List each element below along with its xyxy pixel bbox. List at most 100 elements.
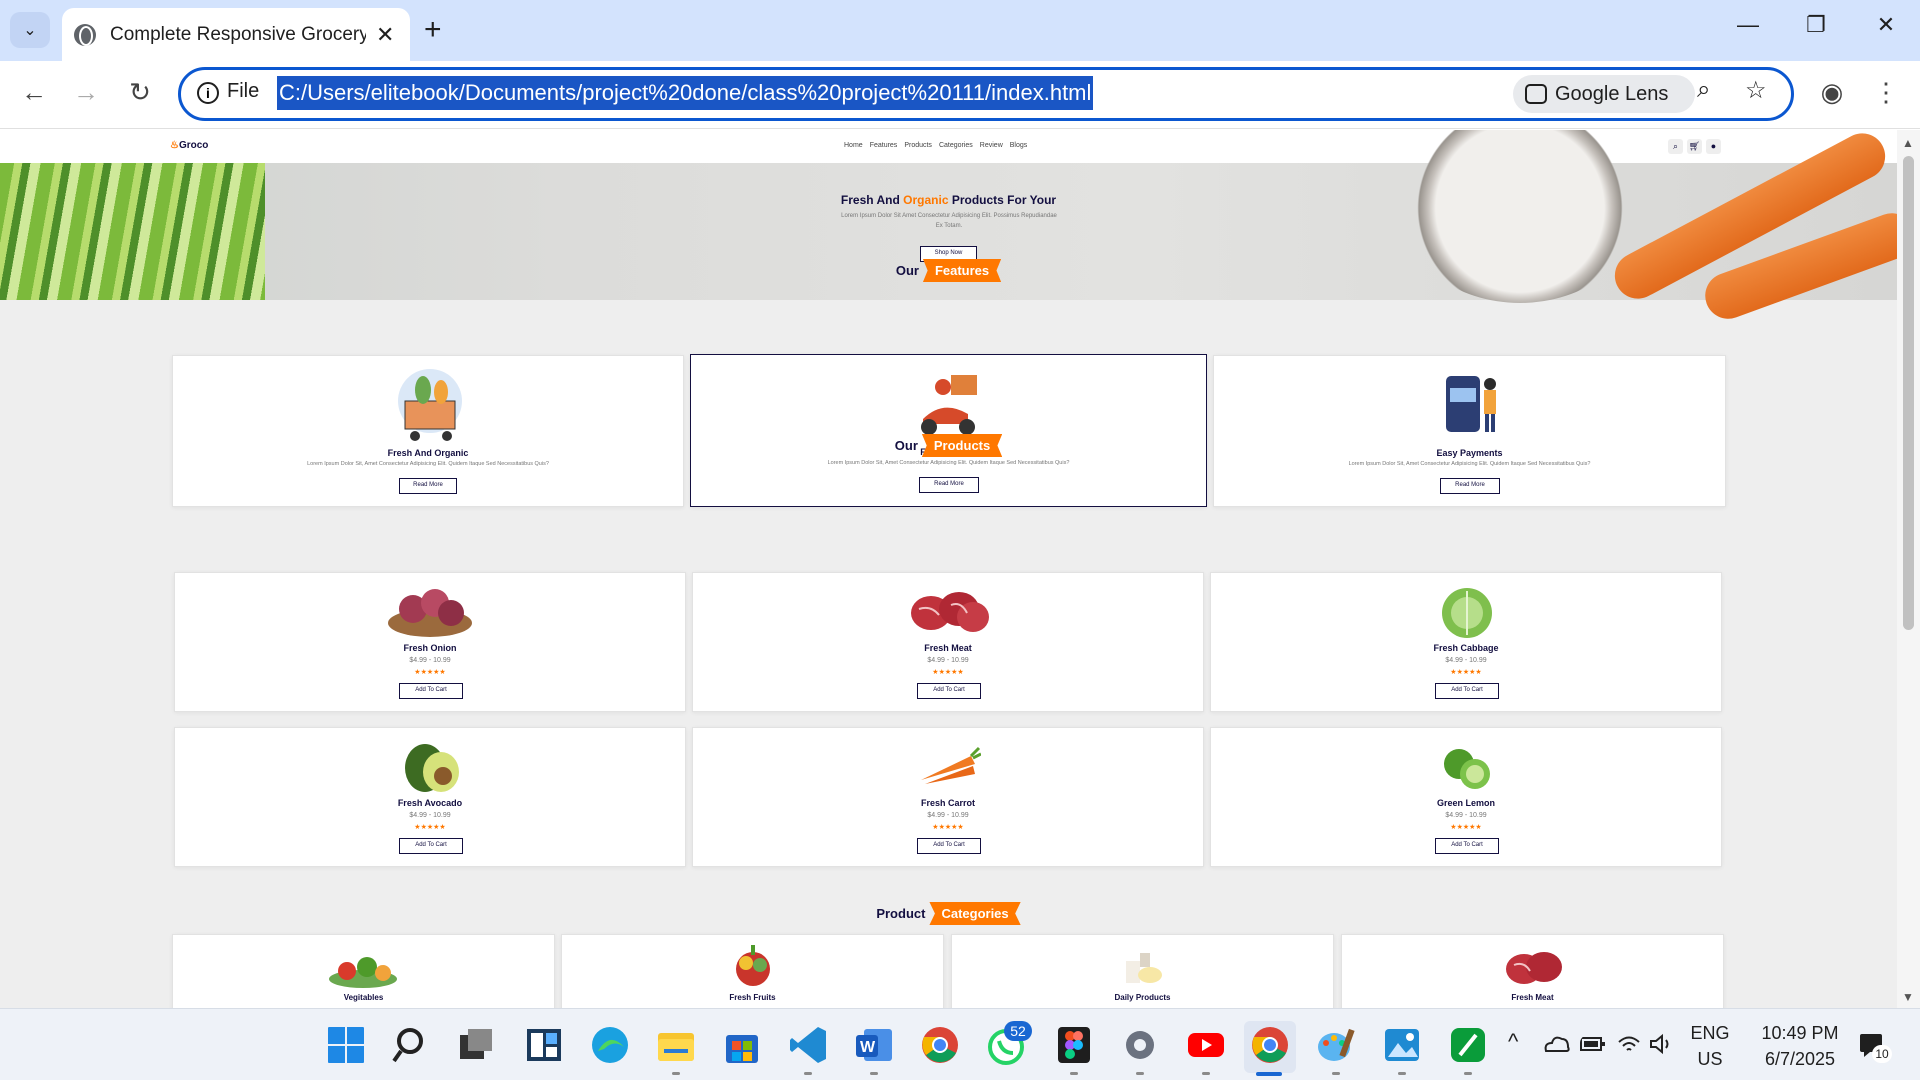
scroll-up-icon[interactable]: ▲: [1902, 136, 1914, 150]
site-info-icon[interactable]: i: [197, 82, 219, 104]
category-name: Vegitables: [343, 993, 384, 1002]
running-indicator: [1202, 1072, 1210, 1075]
feature-text: Lorem Ipsum Dolor Sit, Amet Consectetur …: [827, 460, 1070, 466]
globe-icon: [74, 23, 96, 46]
running-indicator: [1464, 1072, 1472, 1075]
google-lens-button[interactable]: Google Lens: [1513, 75, 1695, 113]
product-name: Green Lemon: [1436, 798, 1495, 808]
file-explorer-icon[interactable]: [656, 1025, 696, 1065]
product-price: $4.99 - 10.99: [927, 657, 969, 664]
feature-card: Free Delivery Lorem Ipsum Dolor Sit, Ame…: [690, 354, 1207, 507]
forward-icon[interactable]: →: [68, 77, 104, 108]
category-card: Vegitables: [172, 934, 555, 1008]
back-icon[interactable]: ←: [16, 77, 52, 108]
scroll-down-icon[interactable]: ▼: [1902, 990, 1914, 1004]
add-to-cart-button[interactable]: Add To Cart: [399, 838, 463, 854]
add-to-cart-button[interactable]: Add To Cart: [1435, 683, 1499, 699]
product-name: Fresh Onion: [403, 643, 457, 653]
word-icon[interactable]: W: [854, 1025, 894, 1065]
read-more-button[interactable]: Read More: [1440, 478, 1500, 494]
youtube-icon[interactable]: [1186, 1025, 1226, 1065]
minimize-button[interactable]: —: [1728, 12, 1768, 38]
delivery-scooter-image: [921, 375, 977, 435]
add-to-cart-button[interactable]: Add To Cart: [399, 683, 463, 699]
product-name: Fresh Meat: [924, 643, 972, 653]
new-tab-button[interactable]: +: [424, 12, 442, 48]
hero-title: Fresh And Organic Products For Your: [840, 193, 1057, 207]
edge-icon[interactable]: [590, 1025, 630, 1065]
chrome-icon[interactable]: [920, 1025, 960, 1065]
widgets-icon[interactable]: [524, 1025, 564, 1065]
close-window-button[interactable]: ✕: [1866, 12, 1906, 38]
whatsapp-badge: 52: [1004, 1021, 1032, 1041]
photos-icon[interactable]: [1382, 1025, 1422, 1065]
cart-icon[interactable]: 🛒︎: [1687, 139, 1702, 154]
rating-stars: ★★★★★: [932, 824, 964, 831]
add-to-cart-button[interactable]: Add To Cart: [917, 838, 981, 854]
url-text[interactable]: C:/Users/elitebook/Documents/project%20d…: [277, 76, 1094, 110]
notification-count: 10: [1872, 1045, 1892, 1063]
address-bar[interactable]: i File C:/Users/elitebook/Documents/proj…: [178, 67, 1794, 121]
read-more-button[interactable]: Read More: [399, 478, 457, 494]
volume-icon[interactable]: [1648, 1033, 1688, 1073]
bookmark-star-icon[interactable]: ☆: [1745, 76, 1767, 105]
tab-search-button[interactable]: ⌄: [10, 12, 50, 48]
search-icon[interactable]: [392, 1025, 432, 1065]
product-card: Fresh Avocado $4.99 - 10.99 ★★★★★ Add To…: [174, 727, 686, 867]
clock-date[interactable]: 6/7/2025: [1740, 1049, 1860, 1070]
task-view-icon[interactable]: [456, 1025, 496, 1065]
page-viewport: ♨Groco Home Features Products Categories…: [0, 130, 1897, 1008]
clock-time[interactable]: 10:49 PM: [1740, 1023, 1860, 1044]
microsoft-store-icon[interactable]: [722, 1025, 762, 1065]
active-indicator: [1256, 1072, 1282, 1076]
category-card: Daily Products: [951, 934, 1334, 1008]
nav-products[interactable]: Products: [904, 142, 932, 149]
dairy-image: [1126, 953, 1162, 983]
search-icon[interactable]: ⌕: [1668, 139, 1683, 154]
products-heading: Our Products: [0, 434, 1897, 457]
product-name: Fresh Avocado: [397, 798, 463, 808]
feature-text: Lorem Ipsum Dolor Sit, Amet Consectetur …: [307, 461, 549, 467]
payment-illustration-image: [1446, 376, 1496, 432]
active-tab[interactable]: Complete Responsive Grocery W ✕: [62, 8, 410, 61]
snipping-tool-icon[interactable]: [1448, 1025, 1488, 1065]
site-logo[interactable]: ♨Groco: [170, 140, 208, 151]
user-icon[interactable]: ●: [1706, 139, 1721, 154]
carrot-product-image: [921, 746, 981, 784]
vegetables-image: [329, 957, 397, 988]
running-indicator: [1136, 1072, 1144, 1075]
lemon-image: [1444, 749, 1490, 789]
page-scrollbar[interactable]: ▲ ▼: [1897, 130, 1920, 1008]
language-indicator[interactable]: ENG: [1690, 1023, 1730, 1044]
add-to-cart-button[interactable]: Add To Cart: [1435, 838, 1499, 854]
paint-icon[interactable]: [1316, 1025, 1356, 1065]
product-price: $4.99 - 10.99: [1445, 812, 1487, 819]
onedrive-cloud-icon[interactable]: [1542, 1033, 1582, 1073]
settings-gear-icon[interactable]: [1120, 1025, 1160, 1065]
add-to-cart-button[interactable]: Add To Cart: [917, 683, 981, 699]
category-name: Daily Products: [1114, 993, 1171, 1002]
nav-blogs[interactable]: Blogs: [1010, 142, 1028, 149]
vscode-icon[interactable]: [788, 1025, 828, 1065]
chevron-up-icon[interactable]: ^: [1508, 1029, 1518, 1055]
chrome-icon[interactable]: [1250, 1025, 1290, 1065]
running-indicator: [1398, 1072, 1406, 1075]
category-name: Fresh Meat: [1511, 993, 1554, 1002]
nav-categories[interactable]: Categories: [939, 142, 973, 149]
figma-icon[interactable]: [1054, 1025, 1094, 1065]
nav-home[interactable]: Home: [844, 142, 863, 149]
region-indicator[interactable]: US: [1690, 1049, 1730, 1070]
reload-icon[interactable]: ↻: [122, 77, 158, 108]
scrollbar-thumb[interactable]: [1903, 156, 1914, 630]
lens-label: Google Lens: [1555, 83, 1669, 105]
close-tab-icon[interactable]: ✕: [376, 22, 394, 48]
windows-start-icon[interactable]: [326, 1025, 366, 1065]
zoom-icon[interactable]: ⌕: [1697, 76, 1710, 104]
battery-icon[interactable]: [1580, 1035, 1620, 1075]
read-more-button[interactable]: Read More: [919, 477, 979, 493]
nav-review[interactable]: Review: [980, 142, 1003, 149]
menu-icon[interactable]: ⋮: [1868, 77, 1904, 108]
profile-icon[interactable]: ◉: [1814, 77, 1850, 108]
nav-features[interactable]: Features: [870, 142, 898, 149]
restore-button[interactable]: ❐: [1796, 12, 1836, 38]
